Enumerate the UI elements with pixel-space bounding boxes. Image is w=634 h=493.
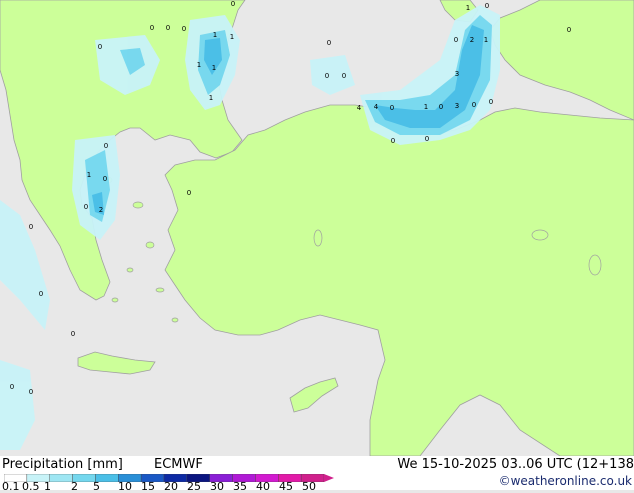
map-value-label: 0 — [390, 104, 394, 112]
map-value-label: 2 — [470, 36, 474, 44]
color-scale-arrow — [324, 474, 334, 482]
legend-title: Precipitation [mm] — [2, 457, 123, 472]
map-value-label: 1 — [213, 31, 217, 39]
map-value-label: 0 — [39, 290, 43, 298]
map-value-label: 0 — [485, 2, 489, 10]
validity-time: We 15-10-2025 03..06 UTC (12+138 — [397, 457, 634, 472]
map-value-label: 0 — [98, 43, 102, 51]
map-value-label: 0 — [454, 36, 458, 44]
color-scale-tick-label: 2 — [71, 480, 78, 493]
map-value-label: 0 — [182, 25, 186, 33]
color-scale-tick-label: 40 — [256, 480, 270, 493]
map-value-label: 0 — [10, 383, 14, 391]
map-value-label: 1 — [484, 36, 488, 44]
map-value-label: 1 — [230, 33, 234, 41]
color-scale-swatch — [49, 474, 73, 482]
map-value-label: 0 — [231, 0, 235, 8]
color-scale-tick-label: 10 — [118, 480, 132, 493]
color-scale-tick-label: 0.5 — [22, 480, 40, 493]
map-value-label: 1 — [87, 171, 91, 179]
map-value-label: 1 — [466, 4, 470, 12]
color-scale-tick-label: 0.1 — [2, 480, 20, 493]
map-value-label: 0 — [71, 330, 75, 338]
color-scale-tick-label: 1 — [44, 480, 51, 493]
map-value-label: 0 — [150, 24, 154, 32]
map-value-label: 0 — [29, 388, 33, 396]
map-value-label: 1 — [212, 64, 216, 72]
map-frame: 0110011001000121030014300004000100200000… — [0, 0, 634, 493]
map-value-label: 0 — [84, 203, 88, 211]
map-value-label: 0 — [342, 72, 346, 80]
map-value-label: 1 — [197, 61, 201, 69]
map-value-label: 0 — [391, 137, 395, 145]
model-name: ECMWF — [154, 457, 203, 472]
map-value-label: 0 — [104, 142, 108, 150]
map-value-label: 0 — [489, 98, 493, 106]
color-scale-tick-label: 35 — [233, 480, 247, 493]
color-scale-tick-label: 20 — [164, 480, 178, 493]
map-value-label: 0 — [166, 24, 170, 32]
color-scale-tick-label: 15 — [141, 480, 155, 493]
map-value-label: 1 — [424, 103, 428, 111]
map-value-label: 0 — [439, 103, 443, 111]
map-value-label: 4 — [357, 104, 362, 112]
color-scale-tick-label: 5 — [93, 480, 100, 493]
map-value-label: 0 — [327, 39, 331, 47]
credit-text: ©weatheronline.co.uk — [498, 474, 632, 488]
map-value-label: 0 — [325, 72, 329, 80]
map-value-label: 4 — [374, 103, 379, 111]
color-scale-tick-label: 30 — [210, 480, 224, 493]
map-value-label: 0 — [425, 135, 429, 143]
color-scale-tick-label: 25 — [187, 480, 201, 493]
map-value-label: 1 — [209, 94, 213, 102]
map-value-label: 0 — [103, 175, 107, 183]
legend-footer: Precipitation [mm] ECMWF We 15-10-2025 0… — [0, 456, 634, 493]
map-value-label: 0 — [187, 189, 191, 197]
map-value-label: 2 — [99, 206, 103, 214]
map-value-label: 0 — [472, 101, 476, 109]
map-value-label: 3 — [455, 70, 459, 78]
map-value-label: 0 — [29, 223, 33, 231]
color-scale-tick-label: 50 — [302, 480, 316, 493]
precipitation-map: 0 1 1 0 0 1 1 0 0 1 0 0 0 1 2 1 0 3 0 0 1 4 3 0 0 0 0 4 0 0 0 1 0 0 2 0 0 0 0 0… — [0, 0, 634, 456]
map-value-label: 0 — [567, 26, 571, 34]
color-scale-tick-label: 45 — [279, 480, 293, 493]
map-value-label: 3 — [455, 102, 459, 110]
